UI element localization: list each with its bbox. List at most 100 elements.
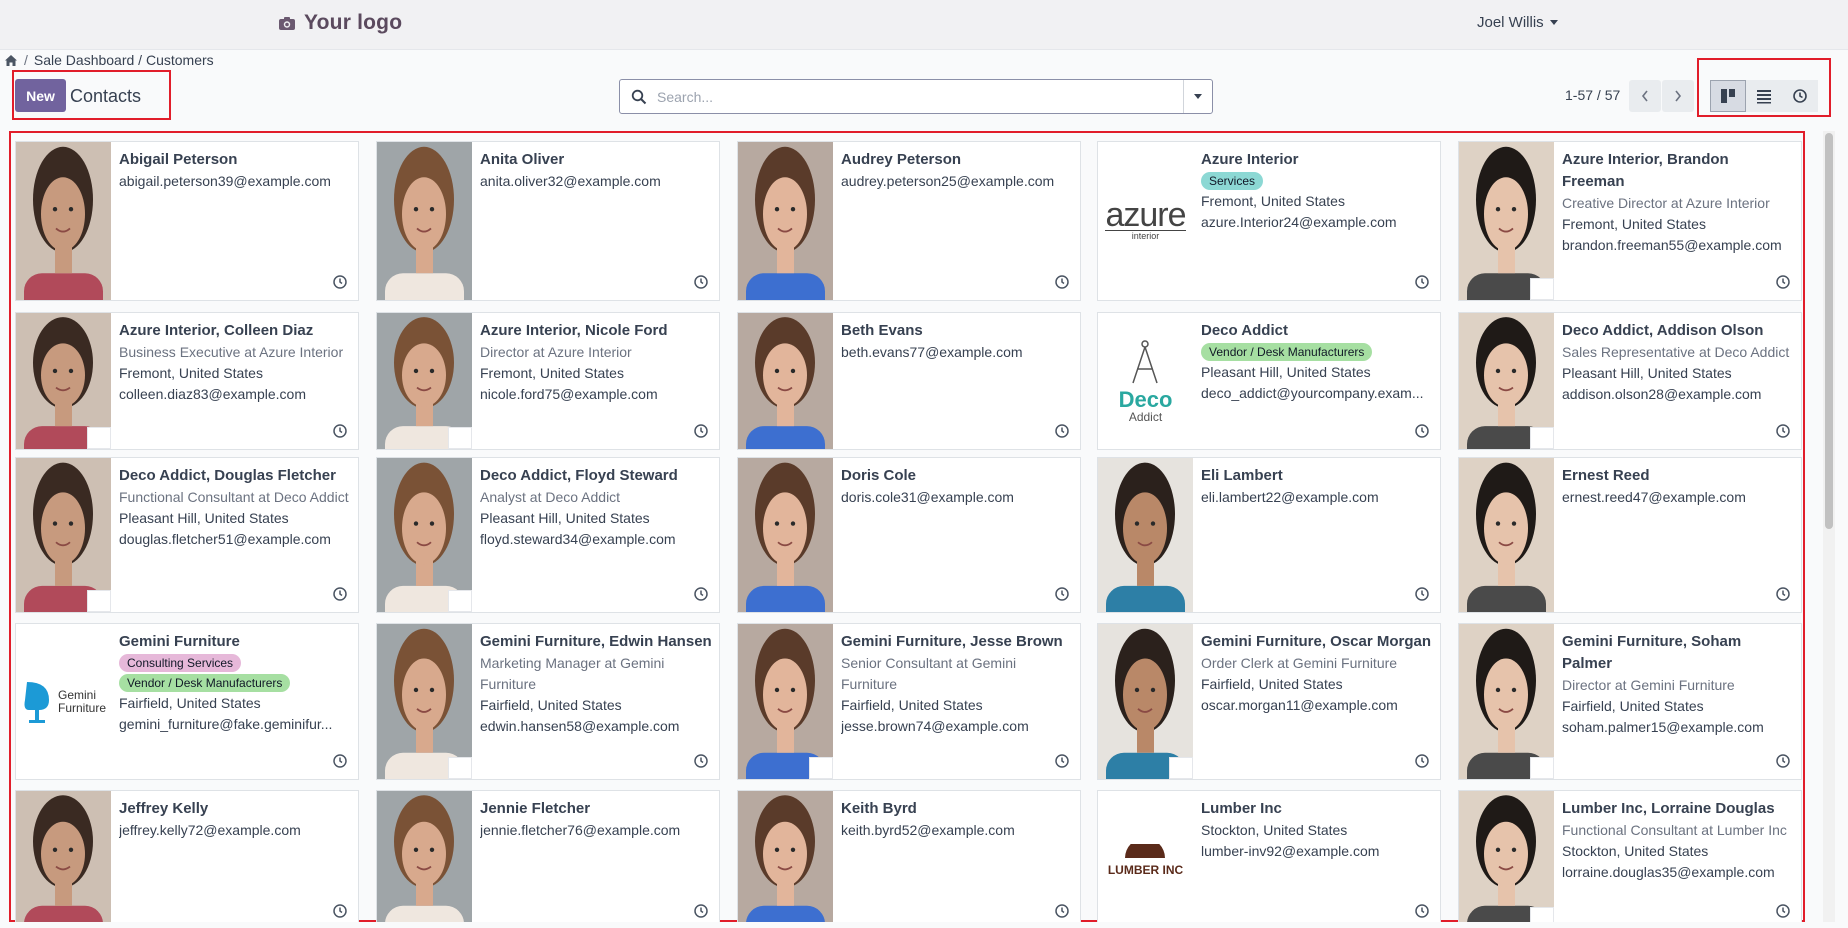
activity-clock-icon[interactable] — [1054, 753, 1070, 769]
chevron-left-icon — [1641, 90, 1648, 102]
breadcrumb-path[interactable]: Sale Dashboard / Customers — [34, 52, 214, 68]
contact-card[interactable]: Lumber Inc, Lorraine Douglas Functional C… — [1458, 790, 1802, 922]
contact-card[interactable]: Deco Addict, Douglas Fletcher Functional … — [15, 457, 359, 613]
contact-info-line: floyd.steward34@example.com — [480, 531, 676, 547]
search-options-toggle[interactable] — [1183, 80, 1212, 113]
contact-card[interactable]: Keith Byrd keith.byrd52@example.com — [737, 790, 1081, 922]
contact-info-line: Fairfield, United States — [1201, 676, 1343, 692]
activity-clock-icon[interactable] — [1775, 903, 1791, 919]
contact-info-line: edwin.hansen58@example.com — [480, 718, 680, 734]
contact-card[interactable]: Gemini Furniture, Oscar Morgan Order Cler… — [1097, 623, 1441, 780]
contact-name: Jeffrey Kelly — [119, 800, 209, 817]
contact-card[interactable]: Gemini Furniture Gemini Furniture Consultin… — [15, 623, 359, 780]
brand-logo[interactable]: Your logo — [278, 11, 402, 35]
contact-function: Director at Gemini Furniture — [1562, 677, 1735, 693]
activity-clock-icon[interactable] — [1414, 903, 1430, 919]
activity-clock-icon[interactable] — [693, 423, 709, 439]
activity-clock-icon[interactable] — [1775, 586, 1791, 602]
contact-card[interactable]: Gemini Furniture, Soham Palmer Director a… — [1458, 623, 1802, 780]
contact-avatar — [1459, 791, 1554, 922]
card-details: Abigail Peterson abigail.peterson39@examp… — [119, 149, 352, 192]
activity-clock-icon[interactable] — [693, 753, 709, 769]
user-menu[interactable]: Joel Willis — [1477, 14, 1558, 31]
contact-card[interactable]: Abigail Peterson abigail.peterson39@examp… — [15, 141, 359, 301]
contact-card[interactable]: Deco Addict, Addison Olson Sales Represen… — [1458, 312, 1802, 450]
card-details: Gemini Furniture, Soham Palmer Director a… — [1562, 631, 1795, 738]
contact-card[interactable]: Gemini Furniture, Jesse Brown Senior Cons… — [737, 623, 1081, 780]
activity-clock-icon[interactable] — [1054, 586, 1070, 602]
activity-clock-icon[interactable] — [1414, 586, 1430, 602]
activity-clock-icon[interactable] — [332, 753, 348, 769]
contact-info-line: Pleasant Hill, United States — [480, 510, 650, 526]
activity-clock-icon[interactable] — [1054, 423, 1070, 439]
activity-clock-icon[interactable] — [693, 903, 709, 919]
home-icon[interactable] — [4, 54, 18, 67]
contact-card[interactable]: Azure Interior, Colleen Diaz Business Exe… — [15, 312, 359, 450]
contact-avatar — [1459, 458, 1554, 612]
pager-next-button[interactable] — [1662, 80, 1694, 112]
contact-card[interactable]: Doris Cole doris.cole31@example.com — [737, 457, 1081, 613]
contact-card[interactable]: Eli Lambert eli.lambert22@example.com — [1097, 457, 1441, 613]
search-input[interactable] — [647, 80, 1183, 113]
activity-clock-icon[interactable] — [1414, 423, 1430, 439]
contact-card[interactable]: Gemini Furniture, Edwin Hansen Marketing … — [376, 623, 720, 780]
activity-clock-icon[interactable] — [1775, 423, 1791, 439]
activity-clock-icon[interactable] — [332, 423, 348, 439]
contact-info-line: Fairfield, United States — [119, 695, 261, 711]
activity-view-button[interactable] — [1782, 80, 1818, 112]
contact-info-line: jennie.fletcher76@example.com — [480, 822, 681, 838]
activity-clock-icon[interactable] — [1775, 753, 1791, 769]
list-view-button[interactable] — [1746, 80, 1782, 112]
card-details: Lumber Inc Stockton, United States lumber-… — [1201, 798, 1434, 862]
card-details: Deco Addict Vendor / Desk Manufacturers Pl… — [1201, 320, 1434, 404]
contact-card[interactable]: Deco Addict, Floyd Steward Analyst at Dec… — [376, 457, 720, 613]
activity-clock-icon[interactable] — [1414, 753, 1430, 769]
card-details: Azure Interior Services Fremont, United St… — [1201, 149, 1434, 233]
activity-clock-icon[interactable] — [1414, 274, 1430, 290]
pager-value[interactable]: 1-57 / 57 — [1565, 87, 1620, 103]
contact-info-line: brandon.freeman55@example.com — [1562, 237, 1782, 253]
kanban-view-button[interactable] — [1710, 80, 1746, 112]
card-details: Deco Addict, Addison Olson Sales Represen… — [1562, 320, 1795, 405]
contact-info-line: lorraine.douglas35@example.com — [1562, 864, 1775, 880]
card-details: Ernest Reed ernest.reed47@example.com — [1562, 465, 1795, 508]
activity-clock-icon[interactable] — [332, 903, 348, 919]
contact-card[interactable]: Deco Addict Deco Addict Vendor / Desk Manuf… — [1097, 312, 1441, 450]
pager-previous-button[interactable] — [1629, 80, 1661, 112]
contact-card[interactable]: Azure Interior, Brandon Freeman Creative … — [1458, 141, 1802, 301]
contact-card[interactable]: LUMBER INC Lumber Inc Stockton, United Sta… — [1097, 790, 1441, 922]
contact-card[interactable]: Audrey Peterson audrey.peterson25@example… — [737, 141, 1081, 301]
contact-avatar — [16, 791, 111, 922]
activity-clock-icon[interactable] — [1054, 274, 1070, 290]
category-tag: Vendor / Desk Manufacturers — [1201, 343, 1373, 361]
company-logo-thumbnail — [1530, 907, 1554, 922]
scrollbar-thumb[interactable] — [1825, 133, 1833, 529]
company-logo-thumbnail — [87, 590, 111, 612]
contact-name: Gemini Furniture — [119, 633, 240, 650]
contact-card[interactable]: azure interior Azure Interior Services Fremo… — [1097, 141, 1441, 301]
new-button[interactable]: New — [15, 79, 66, 112]
deco-logo-text: Deco — [1118, 386, 1173, 412]
contact-card[interactable]: Anita Oliver anita.oliver32@example.com — [376, 141, 720, 301]
contact-card[interactable]: Azure Interior, Nicole Ford Director at A… — [376, 312, 720, 450]
compass-icon — [1132, 339, 1159, 383]
list-view-icon — [1757, 90, 1771, 104]
contact-info-line: eli.lambert22@example.com — [1201, 489, 1379, 505]
contact-info-line: Pleasant Hill, United States — [119, 510, 289, 526]
contact-card[interactable]: Ernest Reed ernest.reed47@example.com — [1458, 457, 1802, 613]
activity-clock-icon[interactable] — [1054, 903, 1070, 919]
contact-avatar — [1098, 458, 1193, 612]
company-logo-thumbnail — [1169, 757, 1193, 779]
activity-clock-icon[interactable] — [693, 586, 709, 602]
contact-avatar — [1459, 142, 1554, 300]
activity-clock-icon[interactable] — [693, 274, 709, 290]
contact-card[interactable]: Jennie Fletcher jennie.fletcher76@example… — [376, 790, 720, 922]
activity-clock-icon[interactable] — [1775, 274, 1791, 290]
activity-clock-icon[interactable] — [332, 274, 348, 290]
contact-info-line: douglas.fletcher51@example.com — [119, 531, 331, 547]
contact-card[interactable]: Jeffrey Kelly jeffrey.kelly72@example.com — [15, 790, 359, 922]
activity-clock-icon[interactable] — [332, 586, 348, 602]
contact-function: Functional Consultant at Deco Addict — [119, 489, 349, 505]
contact-card[interactable]: Beth Evans beth.evans77@example.com — [737, 312, 1081, 450]
contact-info-line: azure.Interior24@example.com — [1201, 214, 1397, 230]
